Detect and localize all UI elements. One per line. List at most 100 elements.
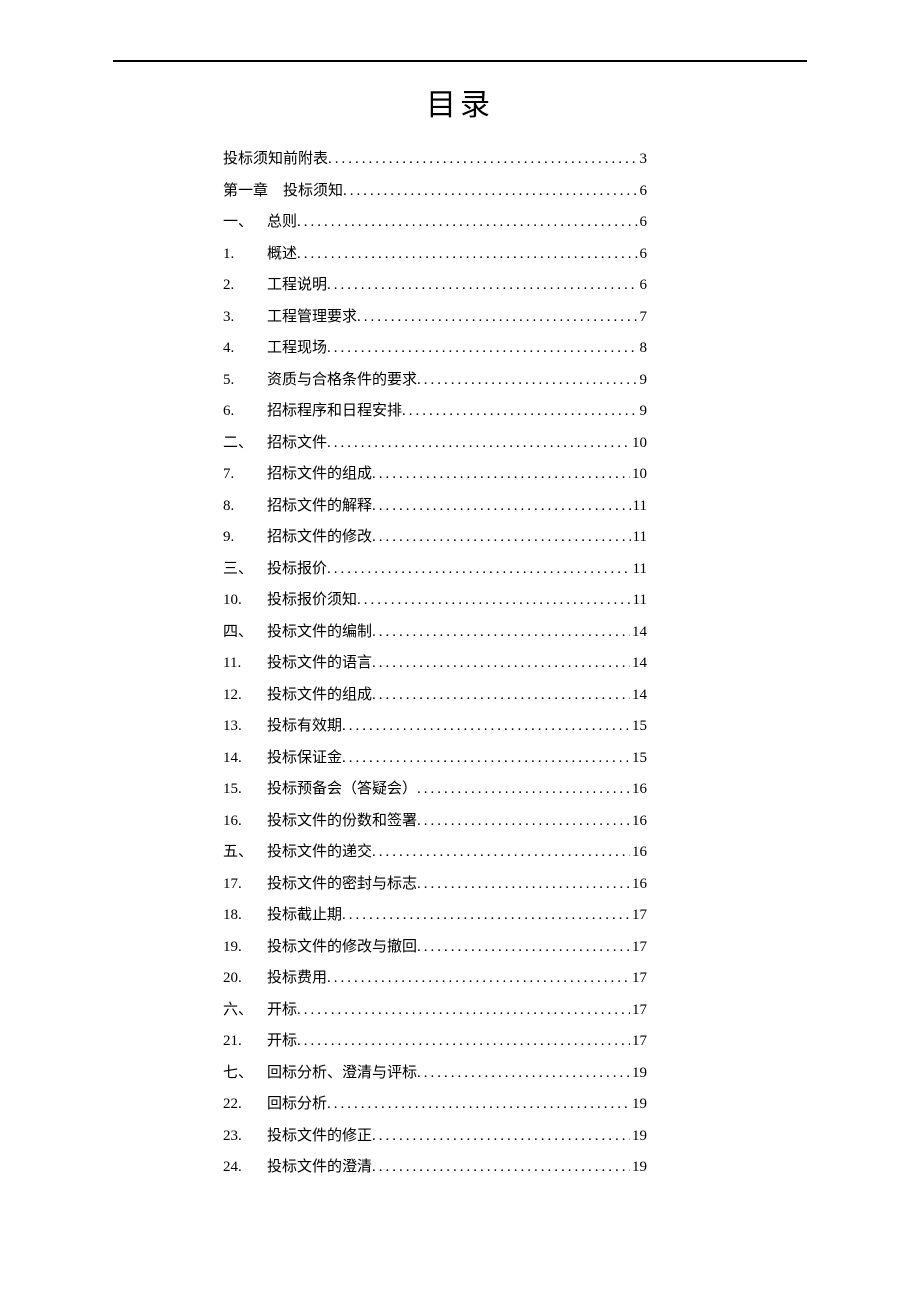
- toc-entry-number: 5.: [223, 373, 267, 388]
- toc-entry: 17.投标文件的密封与标志16: [223, 877, 647, 892]
- toc-entry-label: 招标文件的修改: [267, 530, 372, 545]
- toc-entry: 5.资质与合格条件的要求9: [223, 373, 647, 388]
- toc-entry-page: 11: [631, 593, 647, 608]
- toc-entry: 23.投标文件的修正19: [223, 1129, 647, 1144]
- toc-entry-number: 17.: [223, 877, 267, 892]
- toc-entry-number: 10.: [223, 593, 267, 608]
- toc-entry-number: 6.: [223, 404, 267, 419]
- toc-entry-page: 9: [638, 373, 648, 388]
- toc-entry-number: 23.: [223, 1129, 267, 1144]
- toc-entry: 24.投标文件的澄清 19: [223, 1160, 647, 1175]
- toc-entry: 4.工程现场8: [223, 341, 647, 356]
- toc-entry: 9.招标文件的修改11: [223, 530, 647, 545]
- toc-entry: 20.投标费用17: [223, 971, 647, 986]
- toc-entry: 12.投标文件的组成 14: [223, 688, 647, 703]
- toc-entry: 22.回标分析19: [223, 1097, 647, 1112]
- toc-entry: 七、回标分析、澄清与评标19: [223, 1066, 647, 1081]
- toc-entry-label: 开标: [267, 1003, 297, 1018]
- toc-entry-page: 17: [630, 1034, 647, 1049]
- toc-leader-dots: [417, 782, 630, 797]
- toc-leader-dots: [417, 814, 630, 829]
- toc-leader-dots: [342, 908, 630, 923]
- toc-entry-number: 9.: [223, 530, 267, 545]
- toc-entry: 1.概述6: [223, 247, 647, 262]
- toc-entry-label: 投标文件的递交: [267, 845, 372, 860]
- document-page: 目录 投标须知前附表3第一章 投标须知6一、总则61.概述62.工程说明63.工…: [0, 0, 920, 1175]
- toc-entry-number: 11.: [223, 656, 267, 671]
- toc-entry: 14.投标保证金15: [223, 751, 647, 766]
- toc-leader-dots: [328, 152, 637, 167]
- toc-leader-dots: [417, 373, 637, 388]
- toc-entry-page: 11: [631, 499, 647, 514]
- toc-leader-dots: [327, 278, 637, 293]
- toc-entry-label: 投标截止期: [267, 908, 342, 923]
- toc-entry-label: 回标分析: [267, 1097, 327, 1112]
- toc-entry: 6.招标程序和日程安排9: [223, 404, 647, 419]
- toc-leader-dots: [372, 656, 630, 671]
- toc-entry-label: 工程管理要求: [267, 310, 357, 325]
- toc-entry-page: 14: [630, 688, 647, 703]
- toc-entry-page: 6: [638, 184, 648, 199]
- toc-entry-page: 14: [630, 625, 647, 640]
- toc-leader-dots: [297, 1034, 630, 1049]
- toc-entry: 第一章 投标须知6: [223, 184, 647, 199]
- toc-entry-number: 24.: [223, 1160, 267, 1175]
- toc-entry-page: 9: [638, 404, 648, 419]
- toc-entry-number: 12.: [223, 688, 267, 703]
- toc-entry-label: 投标文件的编制: [267, 625, 372, 640]
- toc-entry-page: 11: [631, 562, 647, 577]
- toc-leader-dots: [327, 436, 630, 451]
- toc-entry-number: 14.: [223, 751, 267, 766]
- toc-entry-page: 17: [630, 908, 647, 923]
- top-horizontal-rule: [113, 60, 807, 62]
- toc-leader-dots: [342, 751, 630, 766]
- toc-entry-number: 13.: [223, 719, 267, 734]
- toc-entry-page: 15: [630, 751, 647, 766]
- toc-entry: 五、投标文件的递交16: [223, 845, 647, 860]
- toc-entry: 10.投标报价须知11: [223, 593, 647, 608]
- toc-entry: 18.投标截止期 17: [223, 908, 647, 923]
- toc-entry-number: 15.: [223, 782, 267, 797]
- toc-entry-number: 19.: [223, 940, 267, 955]
- toc-entry: 二、招标文件10: [223, 436, 647, 451]
- toc-entry-page: 6: [638, 278, 648, 293]
- toc-entry: 13.投标有效期15: [223, 719, 647, 734]
- toc-entry-label: 招标文件的组成: [267, 467, 372, 482]
- toc-leader-dots: [372, 688, 630, 703]
- toc-entry-page: 14: [630, 656, 647, 671]
- toc-entry: 7.招标文件的组成10: [223, 467, 647, 482]
- toc-entry-label: 投标费用: [267, 971, 327, 986]
- toc-entry-number: 7.: [223, 467, 267, 482]
- toc-entry-page: 10: [630, 436, 647, 451]
- toc-entry-label: 投标文件的密封与标志: [267, 877, 417, 892]
- toc-entry-page: 17: [630, 940, 647, 955]
- toc-entry-label: 投标文件的修正: [267, 1129, 372, 1144]
- toc-entry-label: 总则: [267, 215, 297, 230]
- toc-leader-dots: [327, 562, 631, 577]
- toc-entry-number: 18.: [223, 908, 267, 923]
- toc-entry-label: 投标文件的组成: [267, 688, 372, 703]
- toc-leader-dots: [342, 719, 630, 734]
- toc-leader-dots: [327, 341, 637, 356]
- toc-entry-page: 8: [638, 341, 648, 356]
- toc-entry-number: 一、: [223, 215, 267, 230]
- toc-entry-label: 招标文件: [267, 436, 327, 451]
- toc-entry-label: 概述: [267, 247, 297, 262]
- toc-leader-dots: [343, 184, 637, 199]
- toc-entry-label: 回标分析、澄清与评标: [267, 1066, 417, 1081]
- toc-leader-dots: [297, 215, 637, 230]
- toc-leader-dots: [372, 1160, 630, 1175]
- toc-entry-page: 19: [630, 1097, 647, 1112]
- toc-entry: 19.投标文件的修改与撤回17: [223, 940, 647, 955]
- toc-leader-dots: [402, 404, 637, 419]
- toc-entry-number: 五、: [223, 845, 267, 860]
- toc-entry-label: 工程说明: [267, 278, 327, 293]
- toc-leader-dots: [327, 971, 630, 986]
- toc-entry-label: 投标文件的澄清: [267, 1160, 372, 1175]
- toc-entry-label: 投标报价: [267, 562, 327, 577]
- toc-entry: 11.投标文件的语言14: [223, 656, 647, 671]
- toc-entry: 15.投标预备会（答疑会）16: [223, 782, 647, 797]
- toc-entry-label: 开标: [267, 1034, 297, 1049]
- toc-entry-page: 6: [638, 215, 648, 230]
- toc-entry-page: 19: [630, 1160, 647, 1175]
